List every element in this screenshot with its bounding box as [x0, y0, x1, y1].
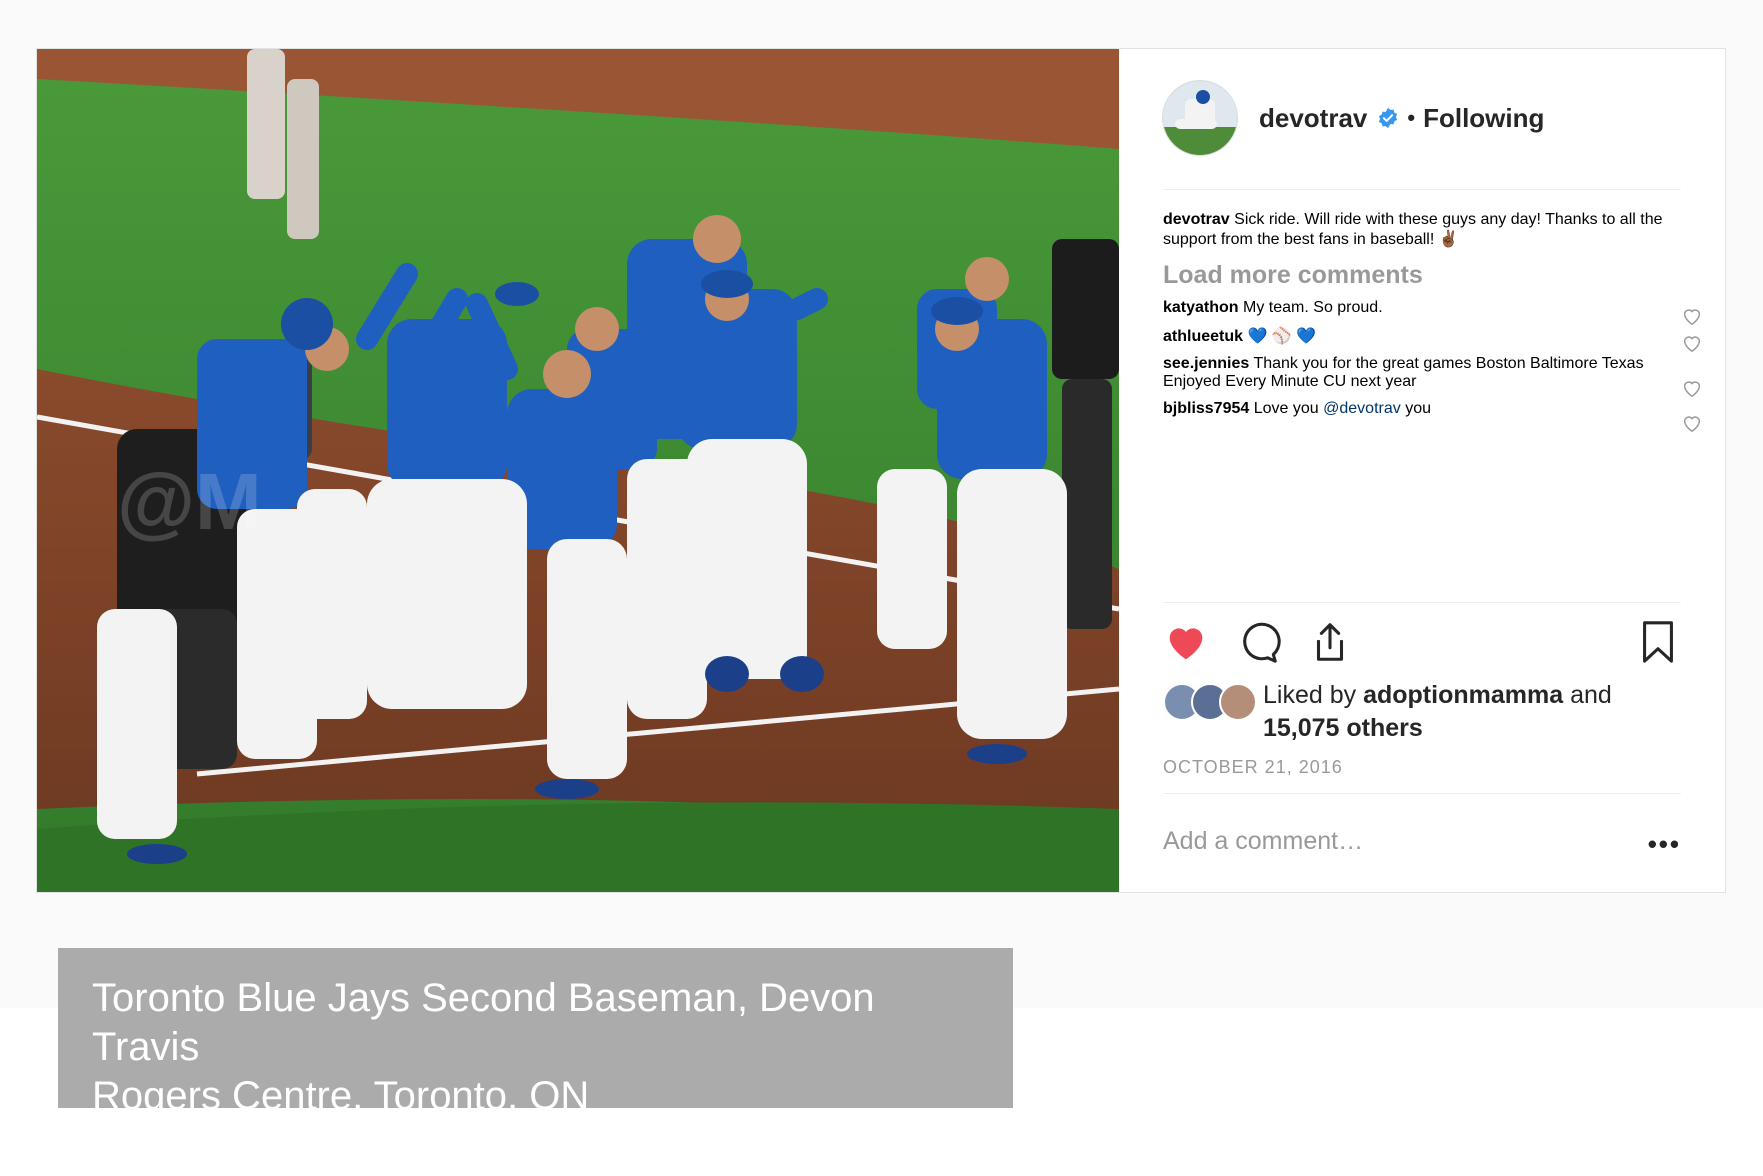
likes-conjunction: and	[1570, 681, 1612, 709]
post-photo[interactable]: @M	[37, 49, 1119, 892]
comment-mention-link[interactable]: @devotrav	[1323, 400, 1401, 417]
liker-avatar[interactable]	[1219, 683, 1257, 721]
action-bar	[1163, 619, 1681, 669]
comment-username[interactable]: athlueetuk	[1163, 328, 1243, 345]
likes-prefix: Liked by	[1263, 681, 1357, 709]
add-comment-input[interactable]: Add a comment…	[1163, 827, 1363, 856]
load-more-comments-button[interactable]: Load more comments	[1163, 261, 1703, 290]
photo-caption-line2: Rogers Centre, Toronto, ON	[92, 1074, 590, 1118]
post-side-panel: devotrav • Following devotrav Sick ride.…	[1119, 49, 1725, 892]
add-comment-divider	[1163, 793, 1681, 794]
post-date[interactable]: OCTOBER 21, 2016	[1163, 757, 1343, 778]
svg-text:@M: @M	[117, 457, 262, 546]
comment-text: you	[1405, 400, 1431, 417]
verified-badge-icon	[1379, 107, 1398, 129]
comment-like-heart-icon[interactable]	[1681, 412, 1703, 434]
caption-username[interactable]: devotrav	[1163, 211, 1230, 228]
header-username[interactable]: devotrav	[1259, 103, 1367, 134]
post-caption: devotrav Sick ride. Will ride with these…	[1163, 211, 1703, 249]
comment-item: bjbliss7954 Love you @devotrav you	[1163, 400, 1703, 433]
comment-item: katyathon My team. So proud.	[1163, 299, 1703, 326]
likes-summary: Liked by adoptionmamma and 15,075 others	[1163, 679, 1683, 749]
comment-text: Love you	[1253, 400, 1319, 417]
header-divider	[1163, 189, 1681, 190]
avatar[interactable]	[1163, 81, 1237, 155]
photo-caption-box: Toronto Blue Jays Second Baseman, Devon …	[58, 948, 1013, 1118]
post-header: devotrav • Following	[1163, 81, 1544, 155]
comment-username[interactable]: see.jennies	[1163, 355, 1249, 372]
caption-text: Sick ride. Will ride with these guys any…	[1163, 211, 1663, 248]
liker-username[interactable]: adoptionmamma	[1363, 681, 1563, 709]
comment-text: My team. So proud.	[1243, 299, 1383, 316]
instagram-post: @M devotrav • Following devotrav Sick ri…	[36, 48, 1726, 893]
likes-text: Liked by adoptionmamma and 15,075 others	[1263, 679, 1612, 745]
comment-username[interactable]: katyathon	[1163, 299, 1239, 316]
comments-scroll-area[interactable]: devotrav Sick ride. Will ride with these…	[1163, 211, 1703, 641]
likes-count[interactable]: 15,075 others	[1263, 714, 1423, 742]
comment-like-heart-icon[interactable]	[1681, 377, 1703, 399]
comment-like-heart-icon[interactable]	[1681, 332, 1703, 354]
comment-text: 💙 ⚾ 💙	[1247, 328, 1317, 345]
header-separator: •	[1407, 105, 1416, 130]
heart-filled-icon[interactable]	[1163, 619, 1209, 665]
liker-avatars	[1163, 683, 1257, 723]
comment-item: see.jennies Thank you for the great game…	[1163, 355, 1703, 398]
photo-caption-line1: Toronto Blue Jays Second Baseman, Devon …	[92, 976, 875, 1069]
more-options-icon[interactable]: •••	[1648, 829, 1681, 860]
following-button[interactable]: Following	[1423, 103, 1544, 134]
share-icon[interactable]	[1307, 619, 1353, 665]
comment-item: athlueetuk 💙 ⚾ 💙	[1163, 326, 1703, 353]
comments-divider	[1163, 602, 1681, 603]
bookmark-icon[interactable]	[1635, 619, 1681, 665]
comment-bubble-icon[interactable]	[1235, 619, 1281, 665]
comment-like-heart-icon[interactable]	[1681, 305, 1703, 327]
comment-username[interactable]: bjbliss7954	[1163, 400, 1249, 417]
